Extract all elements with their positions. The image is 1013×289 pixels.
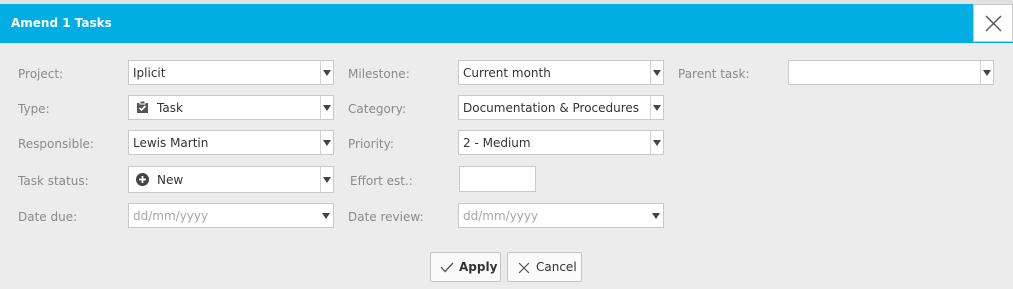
milestone-label: Milestone: [348,67,410,81]
project-value: Iplicit [133,66,166,80]
chevron-down-icon [320,96,332,119]
close-icon [518,262,530,274]
cancel-button[interactable]: Cancel [507,252,582,282]
type-value: Task [157,101,183,115]
date-due-placeholder: dd/mm/yyyy [133,209,209,223]
plus-circle-icon [136,173,149,189]
chevron-down-icon [650,61,662,84]
date-review-placeholder: dd/mm/yyyy [463,209,539,223]
parent-task-label: Parent task: [678,67,750,81]
type-label: Type: [18,102,50,116]
chevron-down-icon [320,61,332,84]
effort-label: Effort est.: [350,174,413,188]
responsible-value: Lewis Martin [133,136,209,150]
chevron-down-icon [650,96,662,119]
task-status-value: New [157,173,184,187]
type-select[interactable]: Task [128,95,334,120]
category-select[interactable]: Documentation & Procedures [458,95,664,120]
apply-button[interactable]: Apply [430,252,501,282]
task-check-icon [136,100,149,117]
category-label: Category: [348,102,406,116]
priority-select[interactable]: 2 - Medium [458,130,664,155]
date-review-label: Date review: [348,210,424,224]
apply-button-label: Apply [459,260,498,274]
chevron-down-icon [320,131,332,154]
priority-value: 2 - Medium [463,136,531,150]
close-icon [985,15,1002,32]
date-due-picker[interactable]: dd/mm/yyyy [128,203,334,228]
project-select[interactable]: Iplicit [128,60,334,85]
task-status-label: Task status: [18,174,89,188]
project-label: Project: [18,67,64,81]
chevron-down-icon [650,204,662,227]
dialog-titlebar: Amend 1 Tasks [0,4,1013,43]
dialog-title: Amend 1 Tasks [11,16,112,30]
priority-label: Priority: [348,137,394,151]
date-review-picker[interactable]: dd/mm/yyyy [458,203,664,228]
chevron-down-icon [320,204,332,227]
close-button[interactable] [973,4,1013,42]
cancel-button-label: Cancel [536,260,577,274]
chevron-down-icon [650,131,662,154]
milestone-select[interactable]: Current month [458,60,664,85]
parent-task-select[interactable] [788,60,994,85]
chevron-down-icon [980,61,992,84]
responsible-label: Responsible: [18,137,94,151]
task-status-select[interactable]: New [128,166,334,193]
category-value: Documentation & Procedures [463,101,640,115]
checkmark-icon [440,262,454,273]
milestone-value: Current month [463,66,551,80]
responsible-select[interactable]: Lewis Martin [128,130,334,155]
chevron-down-icon [320,167,332,192]
date-due-label: Date due: [18,210,78,224]
effort-input[interactable] [459,166,536,192]
